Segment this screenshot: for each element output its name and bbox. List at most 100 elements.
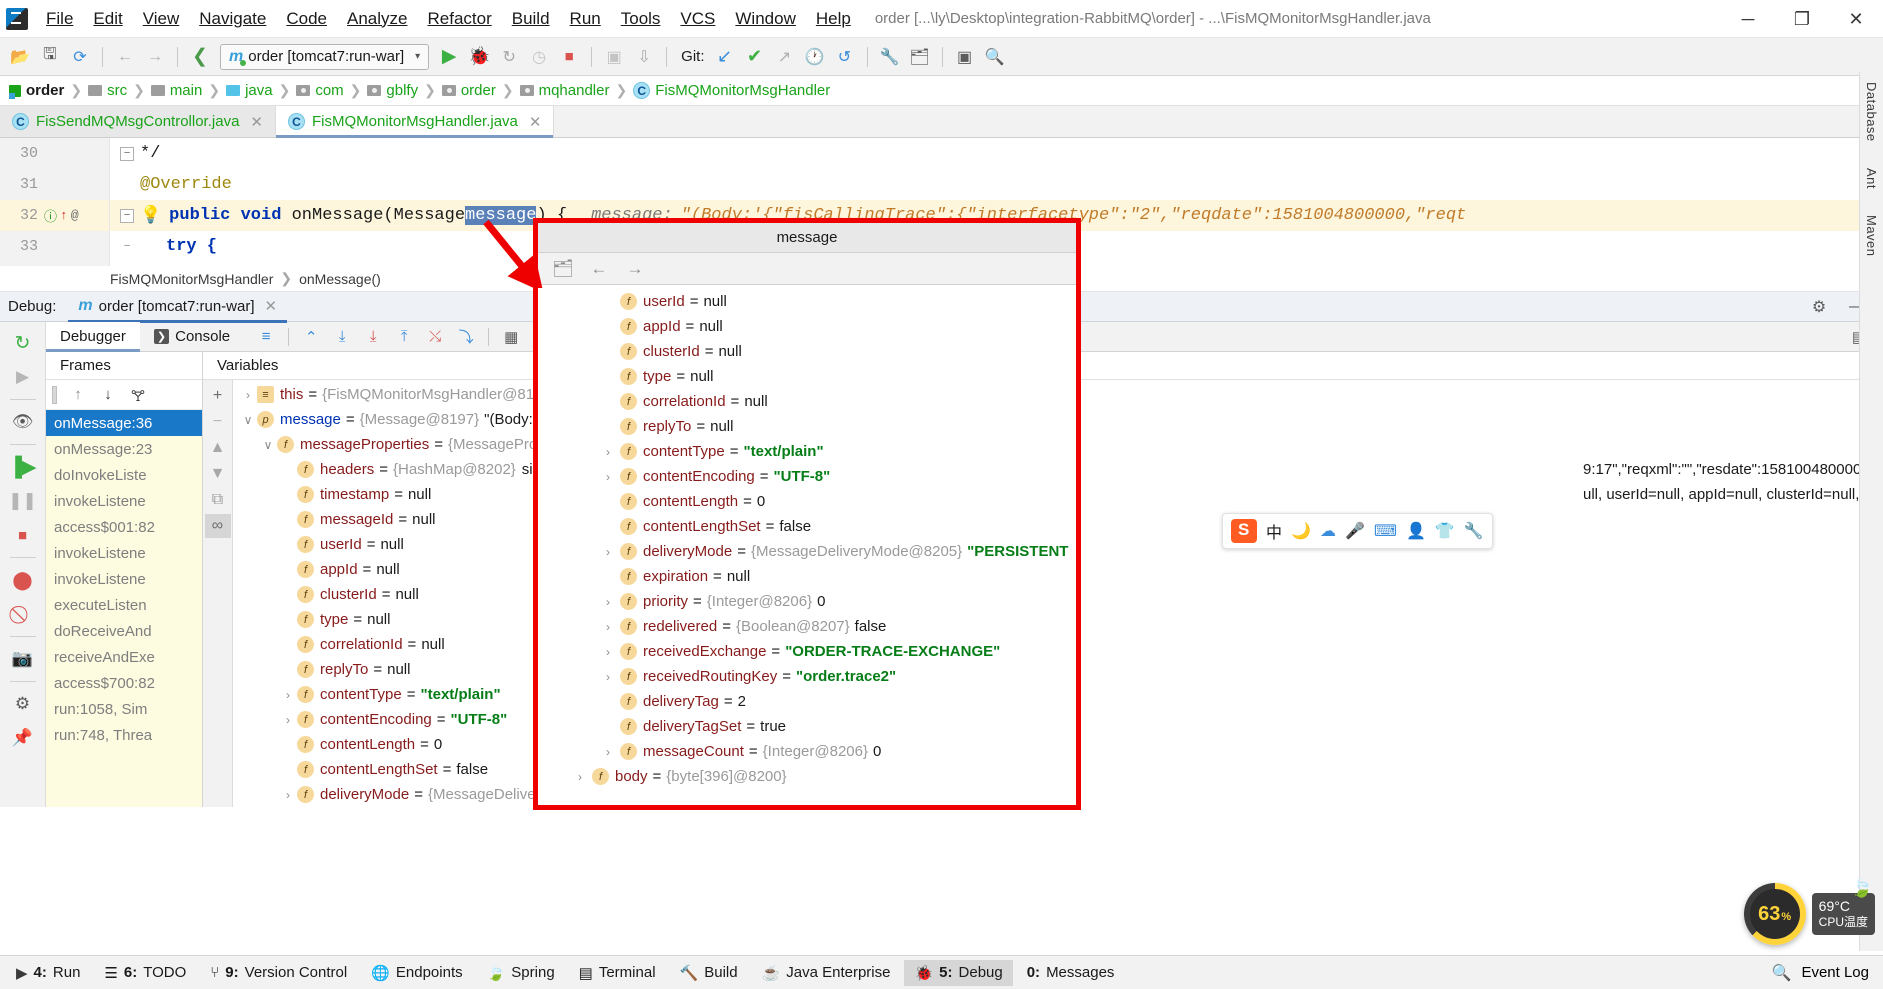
breadcrumb-item-java[interactable]: java bbox=[223, 82, 276, 99]
status-item-version-control[interactable]: ⑂ 9: Version Control bbox=[200, 960, 357, 985]
breadcrumb-item-com[interactable]: com bbox=[293, 82, 346, 99]
menu-run[interactable]: Run bbox=[560, 6, 611, 32]
popup-row-expiration[interactable]: f expiration = null bbox=[538, 564, 1076, 589]
menu-help[interactable]: Help bbox=[806, 6, 861, 32]
thread-down-icon[interactable]: ↓ bbox=[95, 382, 121, 408]
step-out-icon[interactable]: ⤒ bbox=[390, 323, 418, 351]
override-arrow-icon[interactable]: ↑ bbox=[60, 208, 68, 223]
chevron-right-icon[interactable]: › bbox=[596, 595, 620, 609]
frames-list[interactable]: onMessage:36 onMessage:23 doInvokeListe … bbox=[46, 410, 202, 807]
debug-icon[interactable]: 🐞 bbox=[465, 43, 493, 71]
mute-breakpoints-icon[interactable]: ⃠ bbox=[7, 599, 39, 629]
up-icon[interactable]: ▲ bbox=[205, 436, 231, 460]
chevron-right-icon[interactable]: › bbox=[596, 745, 620, 759]
popup-row-priority[interactable]: › f priority = {Integer@8206} 0 bbox=[538, 589, 1076, 614]
popup-row-deliverytagset[interactable]: f deliveryTagSet = true bbox=[538, 714, 1076, 739]
debug-session-tab[interactable]: m order [tomcat7:run-war] ✕ bbox=[68, 293, 288, 323]
mic-icon[interactable]: 🎤 bbox=[1345, 521, 1365, 541]
list-item[interactable]: receiveAndExe bbox=[46, 644, 202, 670]
minimize-button[interactable]: ─ bbox=[1721, 0, 1775, 38]
user-icon[interactable]: 👤 bbox=[1406, 521, 1426, 541]
maximize-button[interactable]: ❐ bbox=[1775, 0, 1829, 38]
copy-icon[interactable]: ⧉ bbox=[205, 488, 231, 512]
status-item-build[interactable]: 🔨 Build bbox=[670, 960, 748, 986]
status-item-spring[interactable]: 🍃 Spring bbox=[477, 960, 565, 986]
history-icon[interactable]: 🕐 bbox=[801, 43, 829, 71]
terminal-icon[interactable]: ▣ bbox=[951, 43, 979, 71]
popup-row-clusterid[interactable]: f clusterId = null bbox=[538, 339, 1076, 364]
menu-navigate[interactable]: Navigate bbox=[189, 6, 276, 32]
forward-icon[interactable]: → bbox=[141, 43, 169, 71]
close-icon[interactable]: ✕ bbox=[250, 113, 263, 131]
popup-row-userid[interactable]: f userId = null bbox=[538, 289, 1076, 314]
gutter-icons[interactable]: ⓘ ↑ @ bbox=[44, 206, 79, 225]
inspect-icon[interactable]: 🗂 bbox=[550, 256, 576, 282]
code-selected-token[interactable]: message bbox=[465, 206, 537, 225]
popup-row-replyto[interactable]: f replyTo = null bbox=[538, 414, 1076, 439]
breadcrumb-item-mqhandler[interactable]: mqhandler bbox=[517, 82, 613, 99]
popup-row-correlationid[interactable]: f correlationId = null bbox=[538, 389, 1076, 414]
camera-icon[interactable]: 📷 bbox=[7, 644, 39, 674]
list-item[interactable]: doInvokeListe bbox=[46, 462, 202, 488]
editor-gutter[interactable]: 30 31 32 ⓘ ↑ @ 33 bbox=[0, 138, 110, 266]
popup-variable-tree[interactable]: f userId = null f appId = null f cluster… bbox=[538, 285, 1076, 805]
chevron-down-icon[interactable]: ∨ bbox=[259, 438, 277, 452]
revert-icon[interactable]: ❮ bbox=[186, 43, 214, 71]
chevron-right-icon[interactable]: › bbox=[239, 388, 257, 402]
save-icon[interactable]: 🖫 bbox=[36, 43, 64, 71]
view-breakpoints-icon[interactable]: 👁 bbox=[7, 407, 39, 437]
menu-code[interactable]: Code bbox=[276, 6, 337, 32]
coverage-icon[interactable]: ▣ bbox=[600, 43, 628, 71]
tools-icon[interactable]: 🔧 bbox=[1464, 521, 1484, 541]
chevron-right-icon[interactable]: › bbox=[596, 645, 620, 659]
filter-icon[interactable]: 🝖 bbox=[125, 382, 151, 408]
show-execution-point-icon[interactable]: ⌃ bbox=[297, 323, 325, 351]
menu-vcs[interactable]: VCS bbox=[670, 6, 725, 32]
project-structure-icon[interactable]: 🗂 bbox=[906, 43, 934, 71]
breadcrumb-item-order-package[interactable]: order bbox=[439, 82, 499, 99]
popup-row-contentlengthset[interactable]: f contentLengthSet = false bbox=[538, 514, 1076, 539]
menu-build[interactable]: Build bbox=[502, 6, 560, 32]
popup-row-deliverymode[interactable]: › f deliveryMode = {MessageDeliveryMode@… bbox=[538, 539, 1076, 564]
fold-icon[interactable]: − bbox=[120, 146, 134, 161]
evaluate-expression-icon[interactable]: ▦ bbox=[497, 323, 525, 351]
popup-row-redelivered[interactable]: › f redelivered = {Boolean@8207} false bbox=[538, 614, 1076, 639]
run-configuration-selector[interactable]: m order [tomcat7:run-war] ▾ bbox=[220, 43, 430, 70]
stop-icon[interactable]: ■ bbox=[7, 520, 39, 550]
settings-icon[interactable]: 🔧 bbox=[876, 43, 904, 71]
menu-refactor[interactable]: Refactor bbox=[417, 6, 501, 32]
popup-row-body[interactable]: › f body = {byte[396]@8200} bbox=[538, 764, 1076, 789]
menu-window[interactable]: Window bbox=[725, 6, 805, 32]
remove-icon[interactable]: − bbox=[205, 410, 231, 434]
chevron-right-icon[interactable]: › bbox=[596, 670, 620, 684]
tab-debugger[interactable]: Debugger bbox=[46, 322, 140, 352]
breadcrumb-item-gblfy[interactable]: gblfy bbox=[364, 82, 421, 99]
breadcrumb-item-main[interactable]: main bbox=[148, 82, 206, 99]
down-icon[interactable]: ▼ bbox=[205, 462, 231, 486]
back-icon[interactable]: ← bbox=[111, 43, 139, 71]
forward-icon[interactable]: → bbox=[622, 256, 648, 282]
popup-row-deliverytag[interactable]: f deliveryTag = 2 bbox=[538, 689, 1076, 714]
pin-icon[interactable]: 📌 bbox=[7, 723, 39, 753]
popup-row-contentlength[interactable]: f contentLength = 0 bbox=[538, 489, 1076, 514]
status-item-run[interactable]: ▶ 4: Run bbox=[6, 960, 90, 986]
resume-program-gray-icon[interactable]: ▶ bbox=[7, 362, 39, 392]
update-project-icon[interactable]: ↙ bbox=[711, 43, 739, 71]
push-icon[interactable]: ↗ bbox=[771, 43, 799, 71]
breadcrumb-item-class[interactable]: C FisMQMonitorMsgHandler bbox=[630, 82, 833, 99]
breadcrumb-item-order-project[interactable]: order bbox=[6, 82, 67, 99]
chevron-right-icon[interactable]: › bbox=[596, 470, 620, 484]
skin-icon[interactable]: 👕 bbox=[1435, 521, 1455, 541]
editor-tab-fis-mq-monitor-msg-handler[interactable]: C FisMQMonitorMsgHandler.java ✕ bbox=[276, 106, 555, 138]
drag-handle[interactable] bbox=[52, 385, 57, 404]
editor-tab-fis-send-mq-msg-controllor[interactable]: C FisSendMQMsgControllor.java ✕ bbox=[0, 106, 276, 137]
popup-row-contentencoding[interactable]: › f contentEncoding = "UTF-8" bbox=[538, 464, 1076, 489]
status-item-debug[interactable]: 🐞 5: Debug bbox=[904, 959, 1013, 986]
chevron-right-icon[interactable]: › bbox=[596, 445, 620, 459]
list-item[interactable]: invokeListene bbox=[46, 540, 202, 566]
code-breadcrumb-method[interactable]: onMessage() bbox=[299, 271, 381, 287]
sogou-ime-toolbar[interactable]: 中 🌙 ☁ 🎤 ⌨ 👤 👕 🔧 bbox=[1222, 513, 1493, 549]
popup-row-receivedroutingkey[interactable]: › f receivedRoutingKey = "order.trace2" bbox=[538, 664, 1076, 689]
chevron-down-icon[interactable]: ∨ bbox=[239, 413, 257, 427]
profile-icon[interactable]: ⇩ bbox=[630, 43, 658, 71]
